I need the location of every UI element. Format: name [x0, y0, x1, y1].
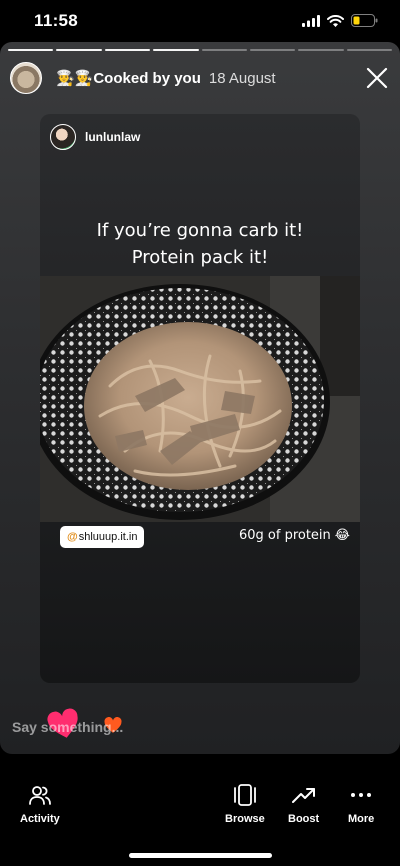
progress-segment	[8, 49, 54, 51]
story-title[interactable]: 👨‍🍳👨‍🍳Cooked by you	[56, 69, 201, 87]
post-author-avatar	[50, 124, 76, 150]
progress-segment	[298, 49, 344, 51]
status-bar: 11:58	[0, 0, 400, 44]
protein-text: 60g of protein 😂	[239, 528, 350, 543]
story-header: 👨‍🍳👨‍🍳Cooked by you 18 August	[10, 62, 390, 94]
avatar[interactable]	[10, 62, 42, 94]
signal-icon	[302, 14, 320, 27]
wifi-icon	[327, 14, 344, 27]
close-icon[interactable]	[364, 65, 390, 91]
status-time: 11:58	[34, 11, 79, 30]
people-icon	[28, 786, 51, 805]
progress-segment	[104, 49, 151, 51]
progress-segment	[56, 49, 102, 51]
shared-post-card[interactable]: lunlunlaw If you’re gonna carb it! Prote…	[40, 114, 360, 683]
nav-boost-label: Boost	[288, 813, 320, 825]
nav-activity-label: Activity	[20, 813, 60, 825]
trend-up-icon	[291, 788, 315, 803]
caption-line-1: If you’re gonna carb it!	[96, 220, 304, 241]
story-progress	[8, 49, 392, 51]
mention-sticker[interactable]: @ shluuup.it.in	[60, 526, 145, 548]
nav-more-label: More	[348, 813, 375, 825]
post-author-username: lunlunlaw	[85, 130, 141, 144]
laughing-emoji: 😂	[334, 528, 350, 543]
nav-browse-label: Browse	[225, 813, 265, 825]
bottom-nav: Activity Browse Boost More	[0, 770, 400, 866]
progress-segment	[201, 49, 247, 51]
nav-more[interactable]: More	[348, 784, 374, 825]
reply-input[interactable]: Say something...	[12, 719, 123, 735]
story-viewer[interactable]: 👨‍🍳👨‍🍳Cooked by you 18 August lunlunlaw …	[0, 42, 400, 754]
story-date: 18 August	[208, 69, 276, 87]
mention-handle: shluuup.it.in	[78, 531, 138, 543]
browse-icon	[233, 784, 256, 806]
more-dots-icon	[351, 793, 372, 797]
protein-label: 60g of protein	[238, 528, 331, 543]
home-indicator[interactable]	[129, 853, 272, 858]
mention-at-sign: @	[67, 531, 78, 543]
nav-browse[interactable]: Browse	[225, 784, 265, 825]
progress-segment	[153, 49, 199, 51]
food-photo	[40, 276, 360, 522]
post-author[interactable]: lunlunlaw	[50, 124, 140, 150]
status-icons	[302, 14, 378, 27]
progress-segment	[346, 49, 392, 51]
progress-segment	[249, 49, 296, 51]
nav-boost[interactable]: Boost	[288, 784, 319, 825]
nav-activity[interactable]: Activity	[20, 784, 60, 825]
caption-line-2: Protein pack it!	[131, 247, 269, 268]
battery-icon	[351, 14, 378, 27]
